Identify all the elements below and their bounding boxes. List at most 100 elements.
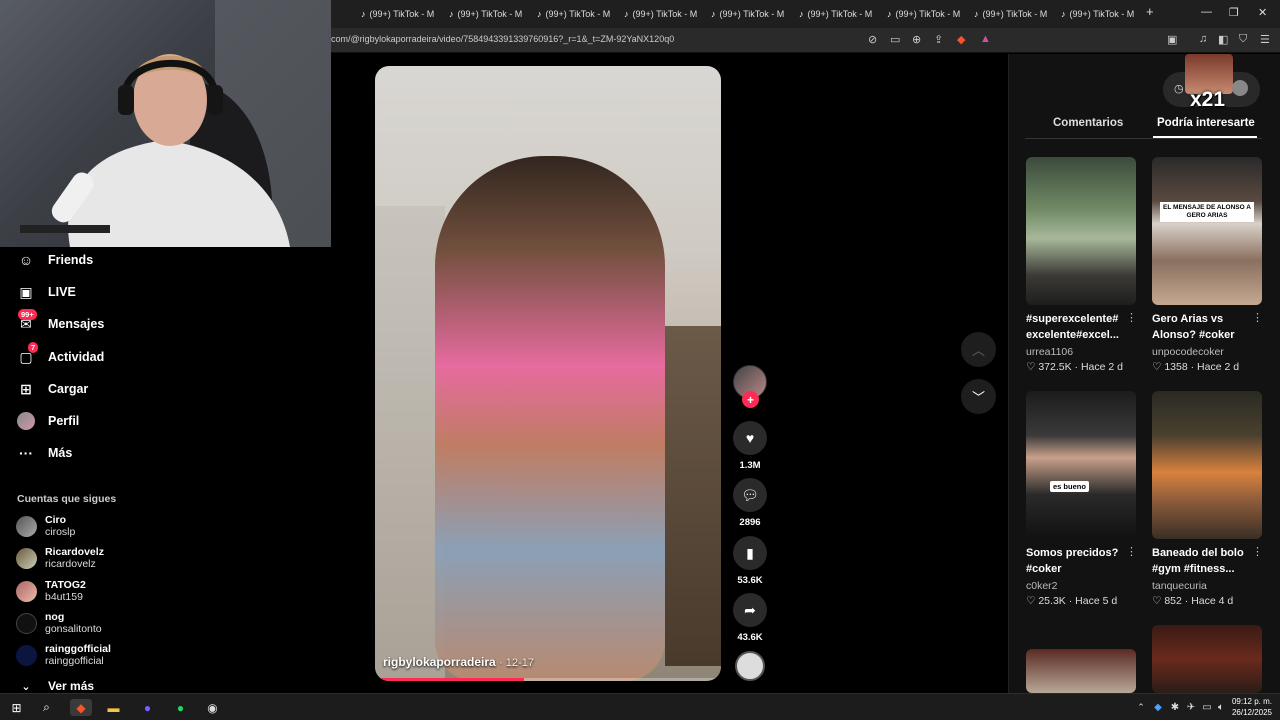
heart-outline-icon: ♡ xyxy=(1152,361,1162,373)
browser-tab[interactable]: ♪ (99+) TikTok - M xyxy=(799,5,885,23)
previous-video-button[interactable]: ︿ xyxy=(961,332,996,367)
browser-tab[interactable]: ♪ (99+) TikTok - M xyxy=(974,5,1060,23)
video-card-thumbnail[interactable] xyxy=(1152,391,1262,539)
tray-app-icon[interactable]: ◆ xyxy=(1151,699,1165,716)
video-card-user[interactable]: urrea1106 xyxy=(1026,346,1073,358)
sidebar-item-label: Más xyxy=(48,446,73,460)
heart-outline-icon: ♡ xyxy=(1026,361,1036,373)
video-progress-fill xyxy=(375,678,524,681)
discord-icon[interactable]: ● xyxy=(139,699,156,716)
more-options-icon[interactable]: ⋮ xyxy=(1126,545,1137,558)
sidebar-item-label: Cargar xyxy=(48,382,89,396)
browser-tab-bar: ♪ (99+) TikTok - M ♪ (99+) TikTok - M ♪ (99… xyxy=(331,0,1280,28)
minimize-icon[interactable]: — xyxy=(1201,6,1212,18)
tracking-off-icon[interactable]: ⊘ xyxy=(868,33,877,46)
browser-tab[interactable]: ♪ (99+) TikTok - M xyxy=(537,5,623,23)
music-disc-icon[interactable] xyxy=(735,651,765,681)
video-card-thumbnail[interactable] xyxy=(1026,157,1136,305)
video-progress-bar[interactable] xyxy=(375,678,721,681)
file-explorer-icon[interactable]: ▬ xyxy=(105,699,122,716)
taskbar-clock[interactable]: 09:12 p. m. 26/12/2025 xyxy=(1232,696,1272,718)
tiktok-icon: ♪ xyxy=(711,9,716,19)
like-button[interactable]: ♥ xyxy=(733,421,767,455)
windows-start-icon[interactable]: ⊞ xyxy=(8,699,25,716)
tray-app-icon[interactable]: ✈ xyxy=(1184,699,1198,716)
comment-icon: 💬︎ xyxy=(741,486,759,503)
restore-icon[interactable]: ❐ xyxy=(1229,6,1239,19)
heart-outline-icon: ♡ xyxy=(1026,595,1036,607)
browser-tab[interactable]: ♪ (99+) TikTok - M xyxy=(711,5,797,23)
video-card-title[interactable]: Somos precidos? #coker xyxy=(1026,545,1124,577)
video-caption[interactable]: rigbylokaporradeira · 12-17 xyxy=(383,655,534,669)
brave-browser-icon[interactable]: ◆ xyxy=(70,699,92,716)
address-bar[interactable]: com/@rigbylokaporradeira/video/758494339… xyxy=(331,28,1280,53)
activity-icon: ▢ 7 xyxy=(16,342,39,367)
video-card-title[interactable]: Gero Arias vs Alonso? #coker xyxy=(1152,311,1250,343)
cast-icon[interactable]: ▭ xyxy=(890,33,900,46)
more-options-icon[interactable]: ⋮ xyxy=(1252,545,1263,558)
video-card-thumbnail[interactable] xyxy=(1152,625,1262,693)
spotify-icon[interactable]: ● xyxy=(172,699,189,716)
browser-tab[interactable]: ♪ (99+) TikTok - M xyxy=(624,5,710,23)
browser-tab[interactable]: ♪ (99+) TikTok - M xyxy=(449,5,535,23)
search-icon[interactable]: ⌕ xyxy=(38,699,55,716)
tiktok-icon: ♪ xyxy=(361,9,366,19)
browser-tab[interactable]: ♪ (99+) TikTok - M xyxy=(361,5,447,23)
sidebar-item-live[interactable]: ▣ LIVE xyxy=(16,281,75,303)
video-card-title[interactable]: Baneado del bolo #gym #fitness... xyxy=(1152,545,1250,577)
video-card-title[interactable]: #superexcelente# excelente#excel... xyxy=(1026,311,1124,343)
tab-recommended[interactable]: Podría interesarte xyxy=(1157,117,1255,129)
next-video-button[interactable]: ﹀ xyxy=(961,379,996,414)
zoom-icon[interactable]: ⊕ xyxy=(912,33,921,46)
follow-button[interactable]: + xyxy=(742,391,759,408)
sidebar-item-upload[interactable]: ⊞ Cargar xyxy=(16,378,88,400)
sidebar-item-activity[interactable]: ▢ 7 Actividad xyxy=(16,342,105,368)
comment-button[interactable]: 💬︎ xyxy=(733,478,767,512)
more-options-icon[interactable]: ⋮ xyxy=(1126,311,1137,324)
new-tab-button[interactable]: + xyxy=(1146,4,1154,19)
video-card-user[interactable]: unpocodecoker xyxy=(1152,346,1224,358)
volume-icon[interactable]: 🔈︎ xyxy=(1214,699,1228,716)
close-icon[interactable]: ✕ xyxy=(1258,6,1267,19)
menu-icon[interactable]: ☰ xyxy=(1260,33,1270,46)
network-icon[interactable]: ▭ xyxy=(1200,699,1214,716)
video-player[interactable]: rigbylokaporradeira · 12-17 xyxy=(375,66,721,681)
brave-rewards-icon[interactable]: ▲ xyxy=(980,33,991,45)
sidebar-item-messages[interactable]: ✉ 99+ Mensajes xyxy=(16,309,104,335)
share-button[interactable]: ➦ xyxy=(733,593,767,627)
brave-shield-icon[interactable]: ◆ xyxy=(957,33,965,46)
share-icon[interactable]: ⇪ xyxy=(934,33,943,46)
video-author[interactable]: rigbylokaporradeira xyxy=(383,655,496,669)
vpn-icon[interactable]: ⛉ xyxy=(1239,33,1247,46)
more-options-icon[interactable]: ⋮ xyxy=(1252,311,1263,324)
browser-tab[interactable]: ♪ (99+) TikTok - M xyxy=(887,5,973,23)
chevron-up-icon[interactable]: ⌃ xyxy=(1135,699,1147,716)
tab-comments[interactable]: Comentarios xyxy=(1053,117,1123,129)
video-date: 12-17 xyxy=(505,657,534,669)
following-account[interactable]: nog gonsalitonto xyxy=(16,608,102,638)
tray-app-icon[interactable]: ✱ xyxy=(1168,699,1182,716)
avatar xyxy=(16,547,37,569)
browser-tab[interactable]: ♪ (99+) TikTok - M xyxy=(1061,5,1147,23)
video-card-thumbnail[interactable]: es bueno xyxy=(1026,391,1136,539)
url-text[interactable]: com/@rigbylokaporradeira/video/758494339… xyxy=(331,34,674,44)
save-button[interactable]: ▮ xyxy=(733,536,767,570)
tiktok-icon: ♪ xyxy=(799,9,804,19)
media-icon[interactable]: ♫ xyxy=(1199,33,1207,45)
sidebar-item-more[interactable]: ··· Más xyxy=(16,442,72,464)
video-card-thumbnail[interactable]: EL MENSAJE DE ALONSO A GERO ARIAS xyxy=(1152,157,1262,305)
reader-icon[interactable]: ▣ xyxy=(1167,33,1177,46)
sidebar-item-friends[interactable]: ☺ Friends xyxy=(16,249,93,271)
video-card-user[interactable]: tanquecuria xyxy=(1152,580,1207,592)
following-account[interactable]: TATOG2 b4ut159 xyxy=(16,576,86,606)
obs-icon[interactable]: ◉ xyxy=(204,699,221,716)
following-account[interactable]: Ricardovelz ricardovelz xyxy=(16,543,104,573)
video-card-stats: ♡ 25.3K · Hace 5 d xyxy=(1026,595,1118,607)
following-account[interactable]: rainggofficial rainggofficial xyxy=(16,640,111,670)
following-account[interactable]: Ciro ciroslp xyxy=(16,511,75,541)
sidebar-item-profile[interactable]: Perfil xyxy=(16,410,79,432)
video-card-thumbnail[interactable] xyxy=(1026,649,1136,693)
video-card-user[interactable]: c0ker2 xyxy=(1026,580,1058,592)
sidebar-toggle-icon[interactable]: ◧ xyxy=(1218,33,1228,46)
sidebar-item-label: Actividad xyxy=(48,350,105,364)
